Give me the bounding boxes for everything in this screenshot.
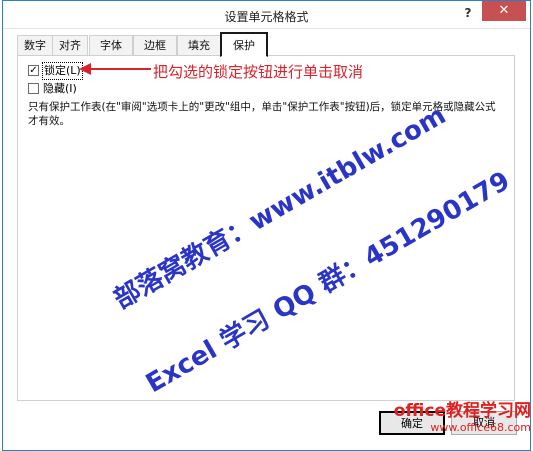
tab-number[interactable]: 数字	[17, 35, 53, 56]
site-watermark-title: office教程学习网	[393, 401, 531, 421]
tab-border[interactable]: 边框	[133, 35, 177, 56]
tab-font[interactable]: 字体	[89, 35, 133, 56]
site-watermark-url: www.office68.com	[430, 421, 531, 434]
locked-checkbox[interactable]: ✓	[28, 65, 39, 76]
hidden-checkbox[interactable]	[28, 83, 39, 94]
tab-protection[interactable]: 保护	[220, 32, 268, 57]
locked-label[interactable]: 锁定(L)	[42, 62, 83, 80]
hidden-label[interactable]: 隐藏(I)	[43, 81, 77, 97]
dialog-title: 设置单元格格式	[224, 10, 309, 24]
tab-alignment[interactable]: 对齐	[52, 35, 88, 56]
site-watermark: office教程学习网 www.office68.com	[379, 401, 531, 435]
format-cells-dialog: 设置单元格格式 ? ✕ 数字 对齐 字体 边框 填充 保护 ✓ 锁定(L) 隐藏…	[2, 0, 531, 451]
tab-fill[interactable]: 填充	[177, 35, 221, 56]
annotation-arrow-icon	[79, 63, 151, 75]
annotation-text: 把勾选的锁定按钮进行单击取消	[153, 63, 364, 81]
help-button[interactable]: ?	[455, 3, 481, 23]
close-button[interactable]: ✕	[482, 1, 526, 21]
title-bar: 设置单元格格式 ? ✕	[3, 1, 530, 29]
